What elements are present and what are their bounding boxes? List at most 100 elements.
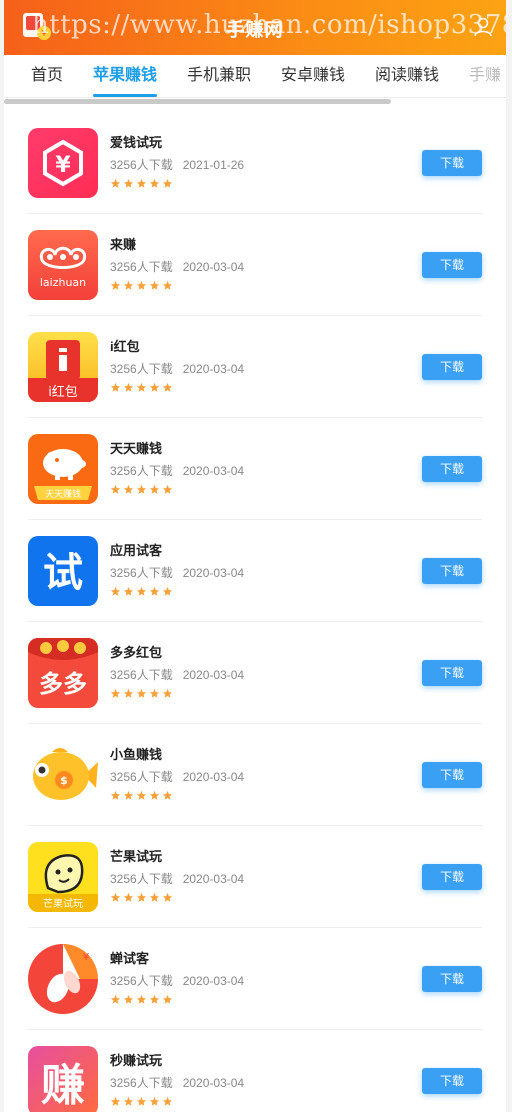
star-icon [136,892,147,902]
star-icon [149,1096,160,1106]
star-icon [162,688,173,698]
download-button[interactable]: 下载 [422,252,482,278]
release-date: 2020-03-04 [182,362,245,376]
star-icon [149,790,160,800]
star-icon [149,892,160,902]
star-icon [136,484,147,494]
star-icon [110,484,121,494]
download-button[interactable]: 下载 [422,762,482,788]
app-name[interactable]: 蝉试客 [110,948,149,967]
star-icon [162,790,173,800]
list-item[interactable]: $ 小鱼赚钱 3256人下载 2020-03-04 下载 [28,724,482,826]
app-meta: 3256人下载 2020-03-04 [110,666,254,683]
mango-icon: 芒果试玩 [28,842,98,912]
download-button[interactable]: 下载 [422,558,482,584]
download-count: 3256人下载 [110,668,173,682]
app-name[interactable]: i红包 [110,336,140,355]
list-item[interactable]: 多多 多多红包 3256人下载 2020-03-04 下载 [28,622,482,724]
release-date: 2020-03-04 [182,566,245,580]
list-item[interactable]: ¥ 蝉试客 3256人下载 2020-03-04 下载 [28,928,482,1030]
app-meta: 3256人下载 2020-03-04 [110,768,254,785]
user-icon[interactable] [472,16,494,38]
app-name[interactable]: 小鱼赚钱 [110,744,162,763]
fish-icon: $ [28,740,98,810]
download-count: 3256人下载 [110,770,173,784]
rating-stars [110,686,175,698]
tab-more[interactable]: 手赚 [469,55,501,97]
star-icon [136,790,147,800]
site-title: 手赚网 [226,20,284,40]
download-count: 3256人下载 [110,872,173,886]
list-item[interactable]: 天天赚钱 天天赚钱 3256人下载 2020-03-04 下载 [28,418,482,520]
download-button[interactable]: 下载 [422,150,482,176]
star-icon [123,382,134,392]
release-date: 2020-03-04 [182,464,245,478]
release-date: 2020-03-04 [182,974,245,988]
app-name[interactable]: 应用试客 [110,540,162,559]
svg-text:¥: ¥ [55,153,71,178]
rating-stars [110,380,175,392]
star-icon [162,178,173,188]
star-icon [123,892,134,902]
download-button[interactable]: 下载 [422,864,482,890]
download-button[interactable]: 下载 [422,456,482,482]
list-item[interactable]: ¥ 爱钱试玩 3256人下载 2021-01-26 下载 [28,112,482,214]
app-frame: ¥ https://www.huzhan.com/ishop33781 手赚网 … [4,0,506,1112]
download-button[interactable]: 下载 [422,966,482,992]
app-meta: 3256人下载 2020-03-04 [110,462,254,479]
tab-reading-earn[interactable]: 阅读赚钱 [375,55,439,97]
list-item[interactable]: 芒果试玩 芒果试玩 3256人下载 2020-03-04 下载 [28,826,482,928]
app-name[interactable]: 多多红包 [110,642,162,661]
download-count: 3256人下载 [110,158,173,172]
star-icon [123,280,134,290]
app-name[interactable]: 爱钱试玩 [110,132,162,151]
app-name[interactable]: 秒赚试玩 [110,1050,162,1069]
release-date: 2020-03-04 [182,770,245,784]
download-count: 3256人下载 [110,464,173,478]
icon-label: 试 [43,550,83,596]
app-name[interactable]: 芒果试玩 [110,846,162,865]
app-meta: 3256人下载 2020-03-04 [110,564,254,581]
tab-apple-earn[interactable]: 苹果赚钱 [93,55,158,97]
app-meta: 3256人下载 2020-03-04 [110,972,254,989]
star-icon [149,994,160,1004]
release-date: 2020-03-04 [182,668,245,682]
download-button[interactable]: 下载 [422,354,482,380]
tab-phone-parttime[interactable]: 手机兼职 [187,55,251,97]
release-date: 2020-03-04 [182,260,245,274]
app-name[interactable]: 来赚 [110,234,136,253]
release-date: 2020-03-04 [182,872,245,886]
star-icon [136,280,147,290]
download-button[interactable]: 下载 [422,1068,482,1094]
star-icon [149,484,160,494]
list-item[interactable]: laizhuan 来赚 3256人下载 2020-03-04 下载 [28,214,482,316]
cicada-icon: ¥ [28,944,98,1014]
star-icon [162,1096,173,1106]
star-icon [162,994,173,1004]
icon-label: 多多 [39,670,87,698]
download-count: 3256人下载 [110,260,173,274]
list-item[interactable]: i红包 i红包 3256人下载 2020-03-04 下载 [28,316,482,418]
rating-stars [110,482,175,494]
list-item[interactable]: 试 应用试客 3256人下载 2020-03-04 下载 [28,520,482,622]
rating-stars [110,1094,175,1106]
tab-home[interactable]: 首页 [31,55,63,97]
rating-stars [110,890,175,902]
rating-stars [110,176,175,188]
star-icon [149,586,160,596]
piggy-bank-icon: 天天赚钱 [28,434,98,504]
tab-android-earn[interactable]: 安卓赚钱 [281,55,345,97]
star-icon [110,382,121,392]
tabs-scrollbar[interactable] [4,99,391,104]
rating-stars [110,788,175,800]
rating-stars [110,584,175,596]
app-name[interactable]: 天天赚钱 [110,438,162,457]
laizhuan-icon: laizhuan [28,230,98,300]
list-item[interactable]: 赚 秒赚试玩 3256人下载 2020-03-04 下载 [28,1030,482,1112]
star-icon [123,790,134,800]
yen-hexagon-icon: ¥ [28,128,98,198]
star-icon [136,1096,147,1106]
download-button[interactable]: 下载 [422,660,482,686]
star-icon [149,382,160,392]
star-icon [136,382,147,392]
